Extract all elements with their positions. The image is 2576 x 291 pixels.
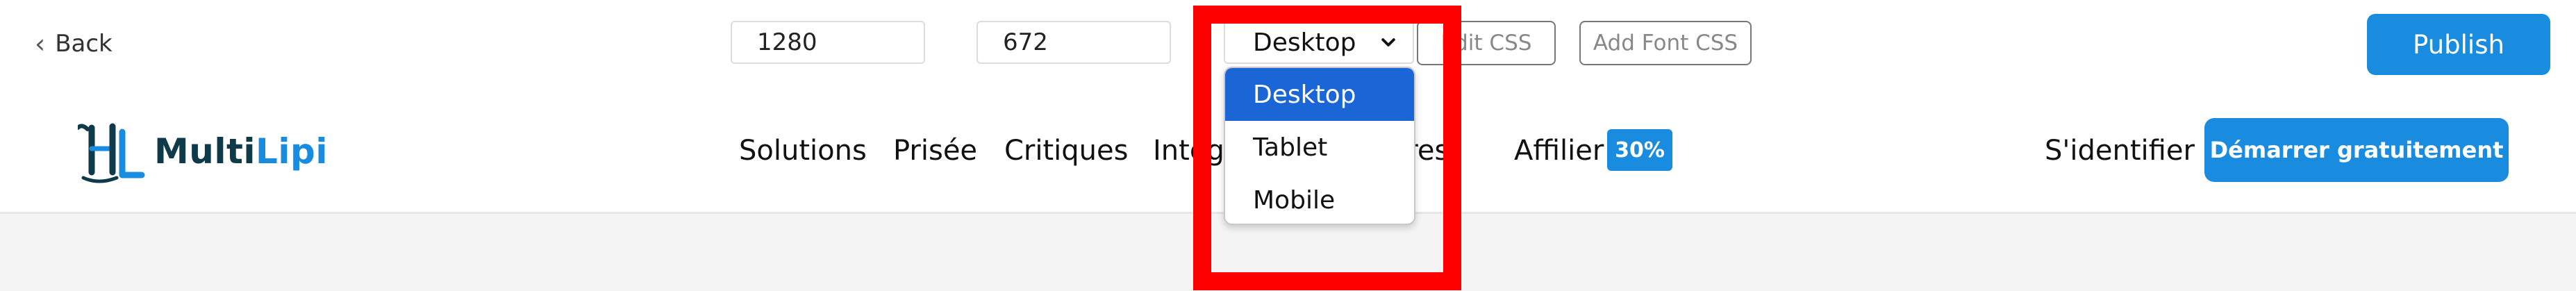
chevron-left-icon: ‹ bbox=[35, 28, 46, 59]
back-button[interactable]: ‹ Back bbox=[35, 26, 113, 61]
logo-mark-icon bbox=[78, 123, 145, 183]
preview-canvas bbox=[0, 214, 2576, 291]
publish-label: Publish bbox=[2413, 29, 2504, 60]
logo-text-accent: Lipi bbox=[256, 131, 328, 172]
chevron-down-icon bbox=[1381, 38, 1395, 47]
nav-login[interactable]: S'identifier bbox=[2045, 135, 2195, 167]
publish-button[interactable]: Publish bbox=[2367, 14, 2550, 75]
edit-css-label: Edit CSS bbox=[1440, 31, 1532, 56]
device-option-desktop[interactable]: Desktop bbox=[1225, 68, 1414, 121]
nav-affiliate[interactable]: Affilier bbox=[1514, 135, 1604, 167]
start-free-button[interactable]: Démarrer gratuitement bbox=[2204, 118, 2509, 182]
back-label: Back bbox=[55, 30, 113, 58]
start-free-label: Démarrer gratuitement bbox=[2209, 137, 2504, 163]
device-select-value: Desktop bbox=[1253, 28, 1356, 57]
edit-css-button[interactable]: Edit CSS bbox=[1417, 21, 1556, 65]
device-select[interactable]: Desktop bbox=[1224, 21, 1414, 64]
nav-integrations[interactable]: Integ bbox=[1153, 135, 1224, 167]
affiliate-badge: 30% bbox=[1607, 129, 1672, 171]
height-input[interactable] bbox=[977, 21, 1171, 64]
add-font-css-label: Add Font CSS bbox=[1593, 31, 1738, 56]
nav-reviews[interactable]: Critiques bbox=[1004, 135, 1128, 167]
device-option-tablet[interactable]: Tablet bbox=[1225, 121, 1414, 174]
device-dropdown-menu: Desktop Tablet Mobile bbox=[1224, 67, 1415, 225]
add-font-css-button[interactable]: Add Font CSS bbox=[1579, 21, 1752, 65]
nav-solutions[interactable]: Solutions bbox=[739, 135, 867, 167]
device-option-mobile[interactable]: Mobile bbox=[1225, 174, 1414, 224]
nav-pricing[interactable]: Prisée bbox=[893, 135, 977, 167]
width-input[interactable] bbox=[731, 21, 925, 64]
multilipi-logo[interactable]: MultiLipi bbox=[78, 118, 328, 185]
logo-text: MultiLipi bbox=[154, 131, 328, 172]
logo-text-main: Multi bbox=[154, 131, 256, 172]
